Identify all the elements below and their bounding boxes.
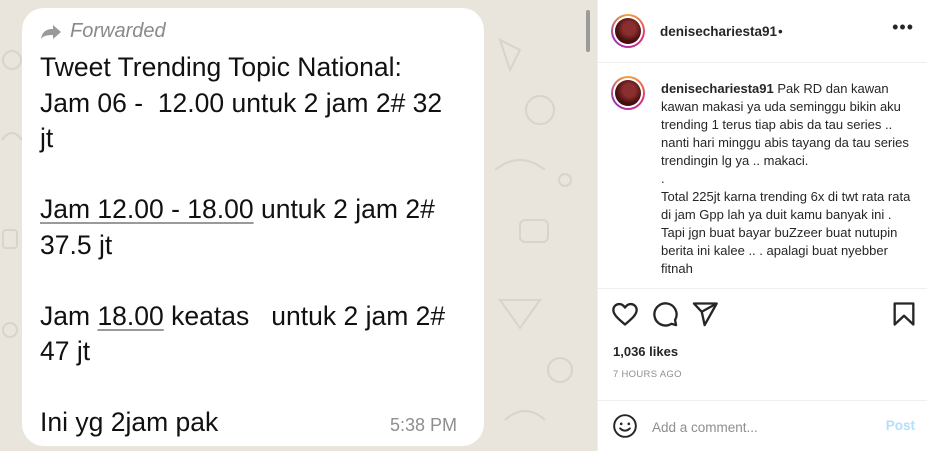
- caption-avatar[interactable]: [611, 76, 645, 110]
- msg-line: untuk 2 jam 2#: [253, 194, 435, 224]
- scrollbar[interactable]: [586, 10, 590, 52]
- comment-box: Post: [598, 400, 927, 451]
- msg-line: jt: [40, 123, 54, 153]
- forward-arrow-icon: [41, 24, 61, 39]
- caption-text: Pak RD dan kawan kawan makasi ya uda sem…: [661, 81, 911, 276]
- send-icon[interactable]: [691, 300, 719, 328]
- bookmark-icon[interactable]: [890, 300, 918, 328]
- message-text: Tweet Trending Topic National: Jam 06 - …: [40, 50, 470, 441]
- msg-line: 37.5 jt: [40, 229, 113, 260]
- smiley-icon[interactable]: [612, 413, 638, 439]
- msg-time-link[interactable]: Jam 12.00 - 18.00: [40, 194, 254, 224]
- msg-time-link[interactable]: 18.00: [97, 301, 163, 331]
- header-dot: •: [778, 24, 783, 39]
- heart-icon[interactable]: [611, 300, 639, 328]
- msg-line: keatas untuk 2 jam 2#: [163, 300, 446, 331]
- msg-line: Tweet Trending Topic National:: [40, 52, 402, 82]
- forwarded-indicator: Forwarded: [40, 20, 166, 43]
- msg-line: Jam 06 - 12.00 untuk 2 jam 2# 32: [40, 87, 443, 118]
- msg-line: 47 jt: [40, 336, 91, 366]
- divider: [598, 288, 927, 289]
- forwarded-label: Forwarded: [70, 20, 166, 42]
- comment-input[interactable]: [652, 416, 872, 438]
- msg-line: Jam: [40, 300, 98, 331]
- more-dots-icon[interactable]: •••: [892, 18, 914, 36]
- caption-username[interactable]: denisechariesta91: [661, 81, 774, 96]
- comment-icon[interactable]: [651, 300, 679, 328]
- post-header: denisechariesta91 • •••: [598, 0, 927, 63]
- post-time-ago[interactable]: 7 HOURS AGO: [613, 369, 682, 380]
- msg-line: Ini yg 2jam pak: [40, 407, 219, 437]
- caption: denisechariesta91 Pak RD dan kawan kawan…: [661, 80, 916, 285]
- post-button[interactable]: Post: [886, 418, 915, 433]
- action-bar: [598, 300, 927, 330]
- message-time: 5:38 PM: [390, 415, 458, 435]
- header-username[interactable]: denisechariesta91: [660, 24, 777, 39]
- avatar[interactable]: [611, 14, 645, 48]
- post-image[interactable]: Forwarded Tweet Trending Topic National:…: [0, 0, 597, 451]
- likes-count[interactable]: 1,036 likes: [613, 344, 678, 359]
- post-details-panel: denisechariesta91 • ••• denisechariesta9…: [597, 0, 927, 451]
